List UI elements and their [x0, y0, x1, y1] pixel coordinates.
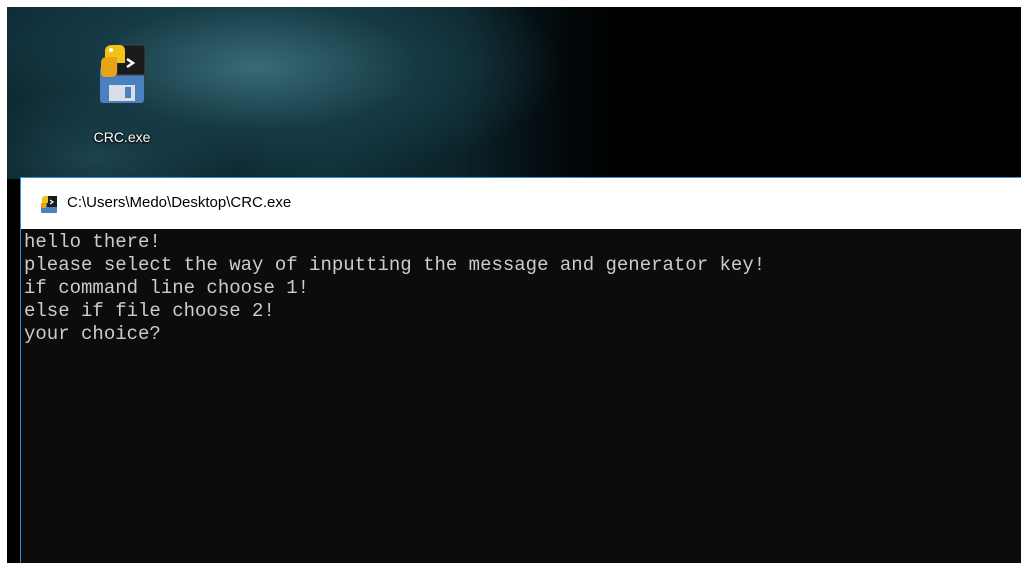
- console-title: C:\Users\Medo\Desktop\CRC.exe: [67, 194, 292, 211]
- console-line: if command line choose 1!: [24, 277, 310, 299]
- console-output[interactable]: hello there! please select the way of in…: [24, 231, 1014, 561]
- python-exe-icon: [41, 196, 57, 213]
- console-titlebar[interactable]: C:\Users\Medo\Desktop\CRC.exe: [21, 178, 1021, 229]
- desktop-wallpaper: CRC.exe: [7, 7, 1021, 179]
- console-line: else if file choose 2!: [24, 300, 275, 322]
- console-window[interactable]: C:\Users\Medo\Desktop\CRC.exe hello ther…: [20, 177, 1021, 563]
- screen: CRC.exe C:\Users\Medo\Desktop\CRC.exe he…: [7, 7, 1021, 563]
- python-exe-icon: [100, 44, 146, 103]
- desktop-icon-label: CRC.exe: [93, 129, 151, 145]
- console-line: hello there!: [24, 231, 161, 253]
- console-prompt-line: your choice?: [24, 323, 161, 345]
- console-line: please select the way of inputting the m…: [24, 254, 766, 276]
- desktop-icon-crc-exe[interactable]: CRC.exe: [83, 37, 161, 155]
